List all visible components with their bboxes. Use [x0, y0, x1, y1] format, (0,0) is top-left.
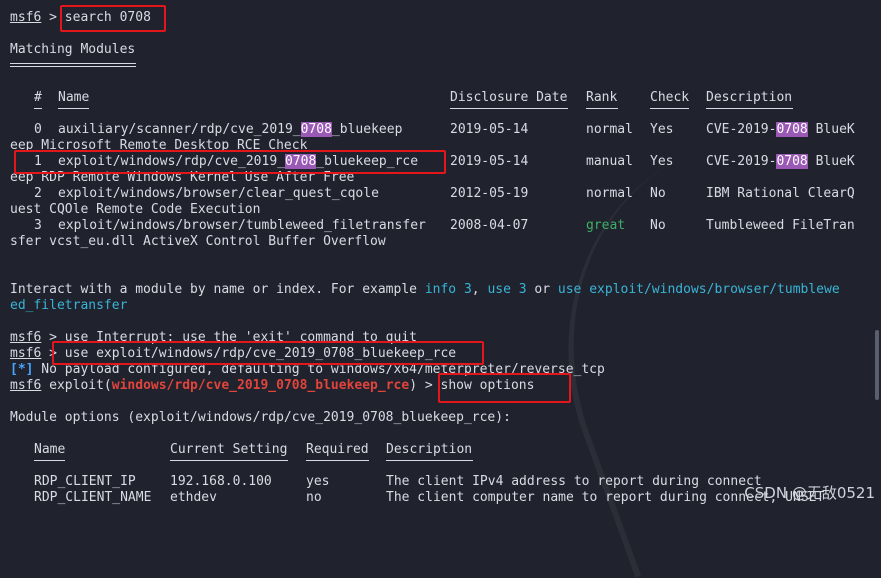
option-row-1-name: RDP_CLIENT_NAME: [34, 490, 152, 505]
option-row-1-setting: ethdev: [170, 490, 217, 505]
module-options-title: Module options (exploit/windows/rdp/cve_…: [10, 410, 511, 425]
info-star-icon: [*]: [10, 362, 34, 377]
scrollbar[interactable]: [875, 330, 879, 400]
col-header-num: #: [34, 90, 42, 105]
option-row-0-required: yes: [306, 474, 330, 489]
background-decoration: [505, 102, 881, 578]
row-2-wrap: uest CQOle Remote Code Execution: [10, 202, 261, 217]
row-1-date: 2019-05-14: [450, 154, 529, 169]
row-2-name: exploit/windows/browser/clear_quest_cqol…: [58, 186, 379, 201]
row-3-wrap: sfer vcst_eu.dll ActiveX Control Buffer …: [10, 234, 386, 249]
annotation-box-use: [52, 341, 484, 365]
row-3-num: 3: [34, 218, 42, 233]
row-0-rank: normal: [586, 122, 633, 137]
matching-modules-title: Matching Modules: [10, 42, 136, 57]
row-2-check: No: [650, 186, 666, 201]
annotation-box-search: [60, 5, 166, 32]
row-2-date: 2012-05-19: [450, 186, 529, 201]
opt-header-setting: Current Setting: [170, 442, 288, 457]
row-1-description: CVE-2019-0708 BlueK: [706, 154, 855, 169]
row-3-date: 2008-04-07: [450, 218, 529, 233]
opt-header-description: Description: [386, 442, 473, 457]
option-row-0-description: The client IPv4 address to report during…: [386, 474, 762, 489]
row-0-check: Yes: [650, 122, 674, 137]
option-row-1-required: no: [306, 490, 322, 505]
row-2-description: IBM Rational ClearQ: [706, 186, 855, 201]
col-header-check: Check: [650, 90, 690, 105]
col-header-date: Disclosure Date: [450, 90, 568, 105]
interact-hint: Interact with a module by name or index.…: [10, 282, 840, 297]
option-row-0-setting: 192.168.0.100: [170, 474, 272, 489]
exploit-module-name: windows/rdp/cve_2019_0708_bluekeep_rce: [111, 378, 410, 393]
row-1-rank: manual: [586, 154, 633, 169]
row-0-num: 0: [34, 122, 42, 137]
row-0-description: CVE-2019-0708 BlueK: [706, 122, 855, 137]
opt-header-name: Name: [34, 442, 66, 457]
interact-hint-wrap: ed_filetransfer: [10, 298, 128, 313]
col-header-rank: Rank: [586, 90, 618, 105]
annotation-box-module: [14, 150, 446, 174]
row-0-date: 2019-05-14: [450, 122, 529, 137]
annotation-box-show-options: [438, 373, 571, 403]
prompt: msf6: [10, 10, 42, 25]
option-row-0-name: RDP_CLIENT_IP: [34, 474, 136, 489]
row-2-num: 2: [34, 186, 42, 201]
row-3-check: No: [650, 218, 666, 233]
terminal-window[interactable]: msf6 > search 0708 Matching Modules # Na…: [0, 0, 881, 578]
row-1-check: Yes: [650, 154, 674, 169]
row-3-description: Tumbleweed FileTran: [706, 218, 855, 233]
row-0-name: auxiliary/scanner/rdp/cve_2019_0708_blue…: [58, 122, 403, 137]
col-header-description: Description: [706, 90, 793, 105]
csdn-watermark: CSDN @无敌0521: [744, 484, 875, 502]
opt-header-required: Required: [306, 442, 369, 457]
row-3-rank: great: [586, 218, 626, 233]
title-underline: [10, 63, 136, 64]
row-3-name: exploit/windows/browser/tumbleweed_filet…: [58, 218, 426, 233]
row-2-rank: normal: [586, 186, 633, 201]
col-header-name: Name: [58, 90, 90, 105]
